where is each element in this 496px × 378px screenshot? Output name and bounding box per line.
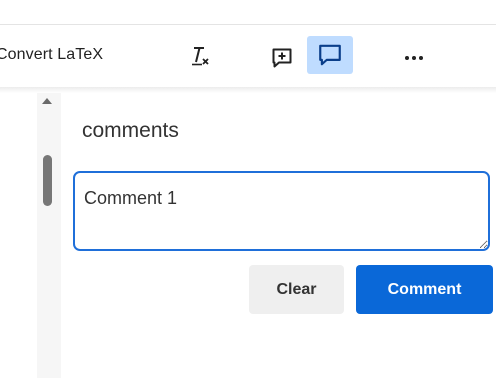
clear-formatting-icon — [192, 47, 209, 66]
comment-icon — [319, 44, 341, 66]
more-options-button[interactable] — [394, 38, 434, 78]
toolbar-shadow — [0, 87, 496, 93]
more-horizontal-icon — [405, 56, 423, 60]
scrollbar-thumb[interactable] — [43, 155, 52, 206]
scrollbar[interactable] — [37, 93, 61, 378]
scroll-up-arrow-icon[interactable] — [42, 98, 52, 104]
comment-input[interactable]: Comment 1 — [73, 171, 490, 251]
convert-latex-button[interactable]: Convert LaTeX — [0, 46, 103, 64]
comments-heading: comments — [82, 119, 179, 142]
insert-comment-icon — [272, 48, 292, 68]
clear-button[interactable]: Clear — [249, 265, 344, 314]
show-comments-button[interactable] — [307, 36, 353, 74]
comments-panel-window: Convert LaTeX comments Comment 1 Clear C… — [0, 0, 496, 378]
comment-button[interactable]: Comment — [356, 265, 493, 314]
clear-formatting-button[interactable] — [180, 36, 220, 76]
insert-comment-button[interactable] — [262, 38, 302, 78]
